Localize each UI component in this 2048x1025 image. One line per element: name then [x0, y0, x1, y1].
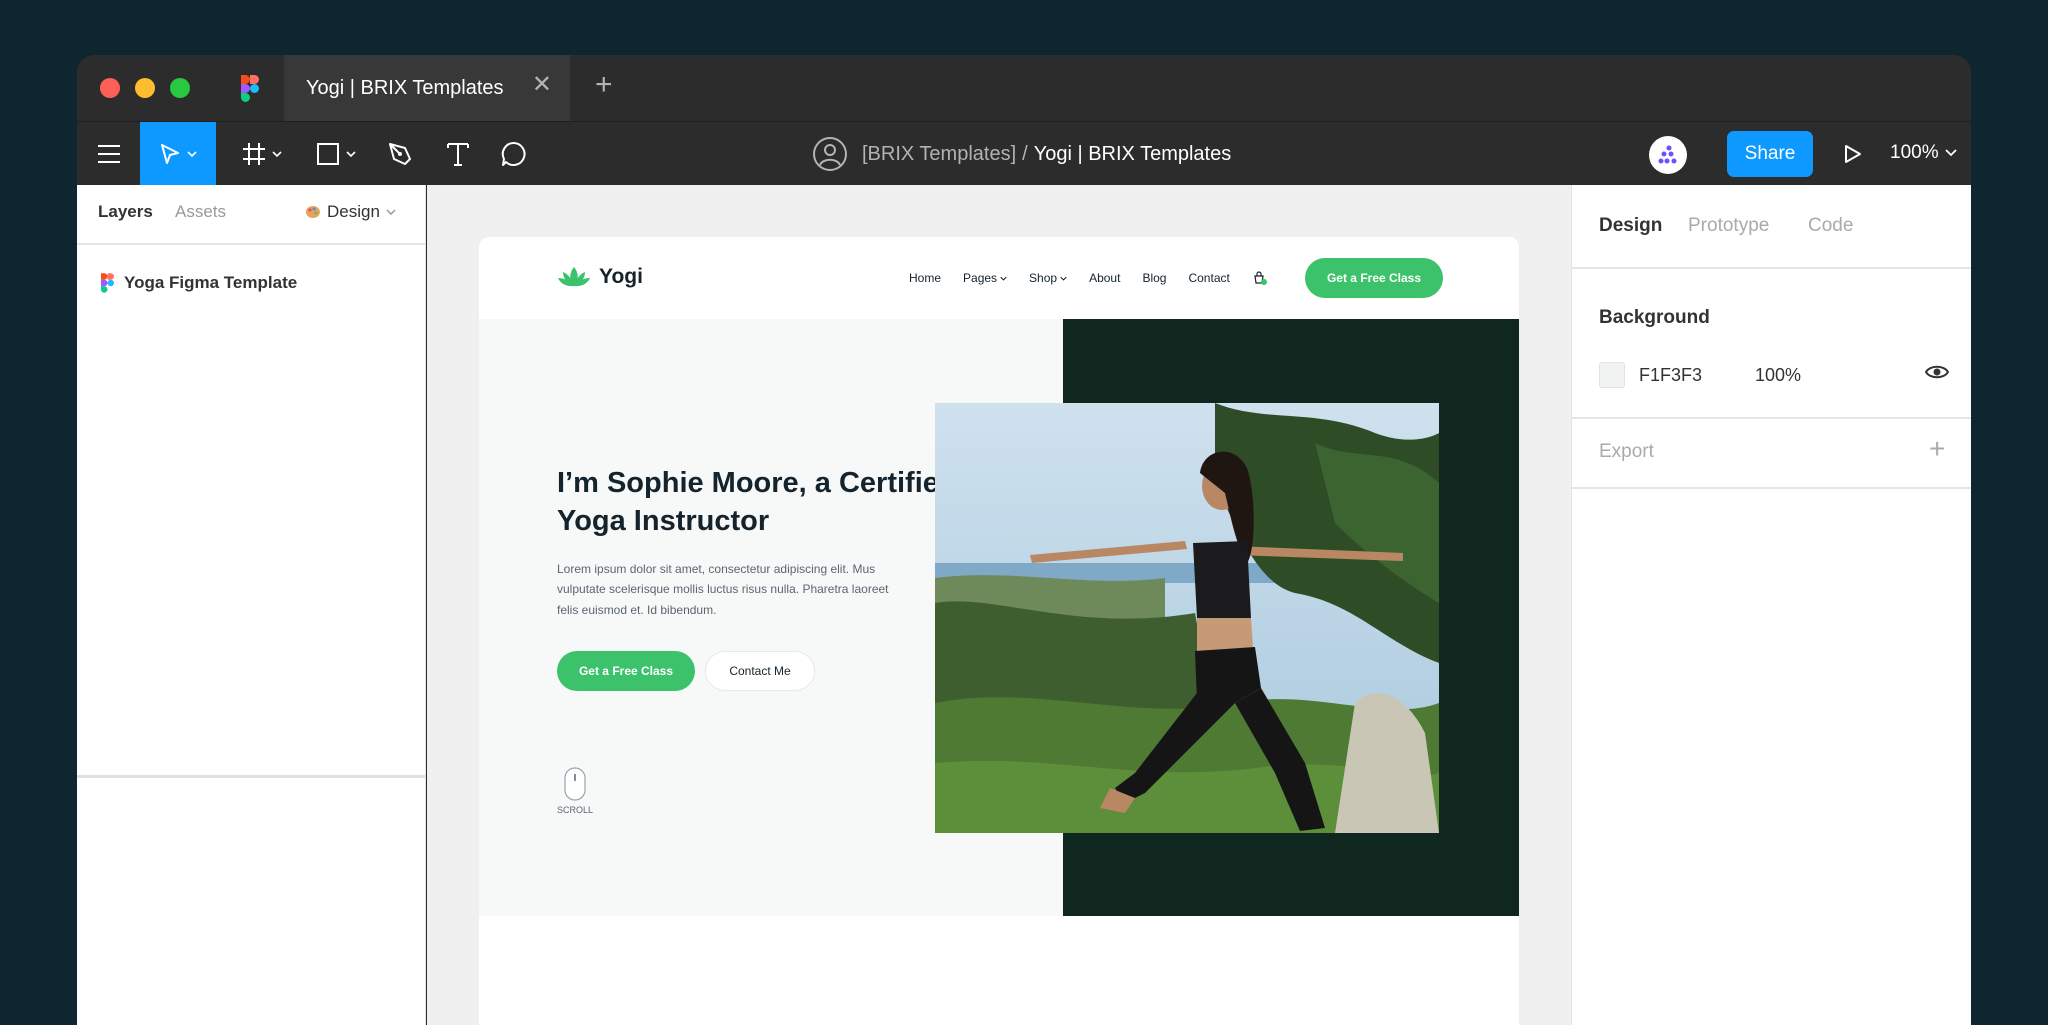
- page-item[interactable]: Yoga Figma Template: [101, 273, 297, 293]
- background-opacity-input[interactable]: 100%: [1755, 365, 1801, 386]
- chevron-down-icon: [1944, 149, 1957, 157]
- present-button[interactable]: [1837, 138, 1869, 170]
- toolbar: [BRIX Templates] / Yogi | BRIX Templates…: [77, 121, 1971, 186]
- hero-section: I’m Sophie Moore, a Certified Yoga Instr…: [479, 319, 1519, 916]
- artboard[interactable]: Yogi Home Pages Shop About Blog Contact: [479, 237, 1519, 1025]
- eye-icon[interactable]: [1925, 364, 1949, 380]
- comment-tool-button[interactable]: [488, 122, 540, 186]
- properties-tabs: Design Prototype Code: [1572, 185, 1971, 269]
- add-export-icon[interactable]: +: [1929, 435, 1945, 463]
- section-divider: [1572, 487, 1971, 489]
- tab-file[interactable]: Yogi | BRIX Templates ✕: [284, 55, 570, 121]
- contact-me-button[interactable]: Contact Me: [705, 651, 815, 691]
- breadcrumb: [BRIX Templates] / Yogi | BRIX Templates: [812, 136, 1231, 172]
- background-hex-input[interactable]: F1F3F3: [1639, 365, 1739, 386]
- user-avatar[interactable]: [1649, 136, 1687, 174]
- background-color-swatch[interactable]: [1599, 362, 1625, 388]
- text-icon: [447, 143, 469, 166]
- share-button[interactable]: Share: [1727, 131, 1813, 177]
- figma-file-icon: [101, 273, 114, 293]
- figma-window: Yogi | BRIX Templates ✕ + [BRIX Template…: [77, 55, 1971, 1025]
- chevron-down-icon: [386, 209, 396, 215]
- page-name: Yoga Figma Template: [124, 273, 298, 292]
- chevron-down-icon: [1000, 276, 1007, 281]
- nav-pages-label: Pages: [963, 271, 998, 285]
- palette-icon: [306, 206, 320, 218]
- cart-bag-icon[interactable]: [1252, 270, 1268, 286]
- background-section-title: Background: [1599, 307, 1710, 328]
- maximize-window-button[interactable]: [170, 78, 190, 98]
- nav-contact[interactable]: Contact: [1188, 271, 1229, 285]
- pen-icon: [389, 143, 411, 165]
- comment-icon: [501, 141, 526, 166]
- play-icon: [1845, 145, 1861, 163]
- panel-resize-handle[interactable]: [77, 775, 425, 778]
- new-tab-icon[interactable]: +: [595, 70, 613, 100]
- section-divider: [1572, 417, 1971, 419]
- zoom-dropdown[interactable]: 100%: [1890, 142, 1957, 164]
- tab-design[interactable]: Design: [1599, 215, 1662, 237]
- tab-close-icon[interactable]: ✕: [532, 73, 552, 97]
- nav-pages[interactable]: Pages: [963, 271, 1007, 285]
- hamburger-icon: [97, 145, 120, 163]
- nav-shop[interactable]: Shop: [1029, 271, 1067, 285]
- shape-tool-button[interactable]: [303, 122, 369, 186]
- scroll-label: SCROLL: [557, 805, 594, 815]
- main-menu-button[interactable]: [77, 122, 140, 186]
- pen-tool-button[interactable]: [372, 122, 428, 186]
- figma-logo-icon[interactable]: [241, 75, 259, 102]
- multiplayer-icon: [1658, 145, 1677, 164]
- breadcrumb-file[interactable]: Yogi | BRIX Templates: [1034, 143, 1232, 166]
- minimize-window-button[interactable]: [135, 78, 155, 98]
- move-tool-button[interactable]: [140, 122, 216, 186]
- site-navbar: Yogi Home Pages Shop About Blog Contact: [479, 237, 1519, 319]
- text-tool-button[interactable]: [432, 122, 484, 186]
- close-window-button[interactable]: [100, 78, 120, 98]
- lotus-icon: [558, 267, 590, 287]
- nav-blog[interactable]: Blog: [1142, 271, 1166, 285]
- get-free-class-button[interactable]: Get a Free Class: [557, 651, 695, 691]
- chevron-down-icon: [272, 151, 282, 157]
- background-fill-row: F1F3F3 100%: [1599, 360, 1949, 390]
- chevron-down-icon: [1060, 276, 1067, 281]
- export-section-title: Export: [1599, 441, 1654, 462]
- layers-panel: Layers Assets Design Yoga Figma Template: [77, 185, 426, 1025]
- tab-prototype[interactable]: Prototype: [1688, 215, 1769, 237]
- chevron-down-icon: [187, 151, 197, 157]
- team-avatar-icon[interactable]: [812, 136, 848, 172]
- chevron-down-icon: [346, 151, 356, 157]
- nav-about[interactable]: About: [1089, 271, 1120, 285]
- site-nav-links: Home Pages Shop About Blog Contact: [909, 270, 1268, 286]
- hero-description: Lorem ipsum dolor sit amet, consectetur …: [557, 562, 889, 617]
- site-logo-text: Yogi: [599, 265, 643, 288]
- mouse-icon: [564, 767, 586, 801]
- nav-shop-label: Shop: [1029, 271, 1058, 285]
- nav-get-free-class-button[interactable]: Get a Free Class: [1305, 258, 1443, 298]
- tab-code[interactable]: Code: [1808, 215, 1853, 237]
- design-dropdown-label: Design: [327, 202, 380, 221]
- design-system-dropdown[interactable]: Design: [305, 202, 396, 222]
- scroll-indicator[interactable]: SCROLL: [557, 767, 593, 815]
- site-logo[interactable]: Yogi: [557, 265, 643, 289]
- breadcrumb-separator: /: [1022, 142, 1028, 165]
- zoom-value: 100%: [1890, 142, 1939, 163]
- canvas[interactable]: Yogi Home Pages Shop About Blog Contact: [427, 185, 1571, 1025]
- tab-assets[interactable]: Assets: [175, 202, 226, 222]
- hero-title: I’m Sophie Moore, a Certified Yoga Instr…: [557, 467, 957, 537]
- tab-layers[interactable]: Layers: [98, 202, 153, 222]
- layers-panel-tabs: Layers Assets Design: [77, 185, 425, 245]
- frame-tool-button[interactable]: [229, 122, 295, 186]
- tab-bar: Yogi | BRIX Templates ✕ +: [77, 55, 1971, 121]
- nav-home[interactable]: Home: [909, 271, 941, 285]
- tab-title: Yogi | BRIX Templates: [306, 77, 504, 99]
- rectangle-icon: [317, 143, 339, 165]
- frame-icon: [243, 143, 265, 165]
- yoga-instructor-photo: [935, 403, 1439, 833]
- properties-panel: Design Prototype Code Background F1F3F3 …: [1571, 185, 1971, 1025]
- breadcrumb-team[interactable]: [BRIX Templates]: [862, 143, 1016, 166]
- cursor-icon: [161, 144, 179, 164]
